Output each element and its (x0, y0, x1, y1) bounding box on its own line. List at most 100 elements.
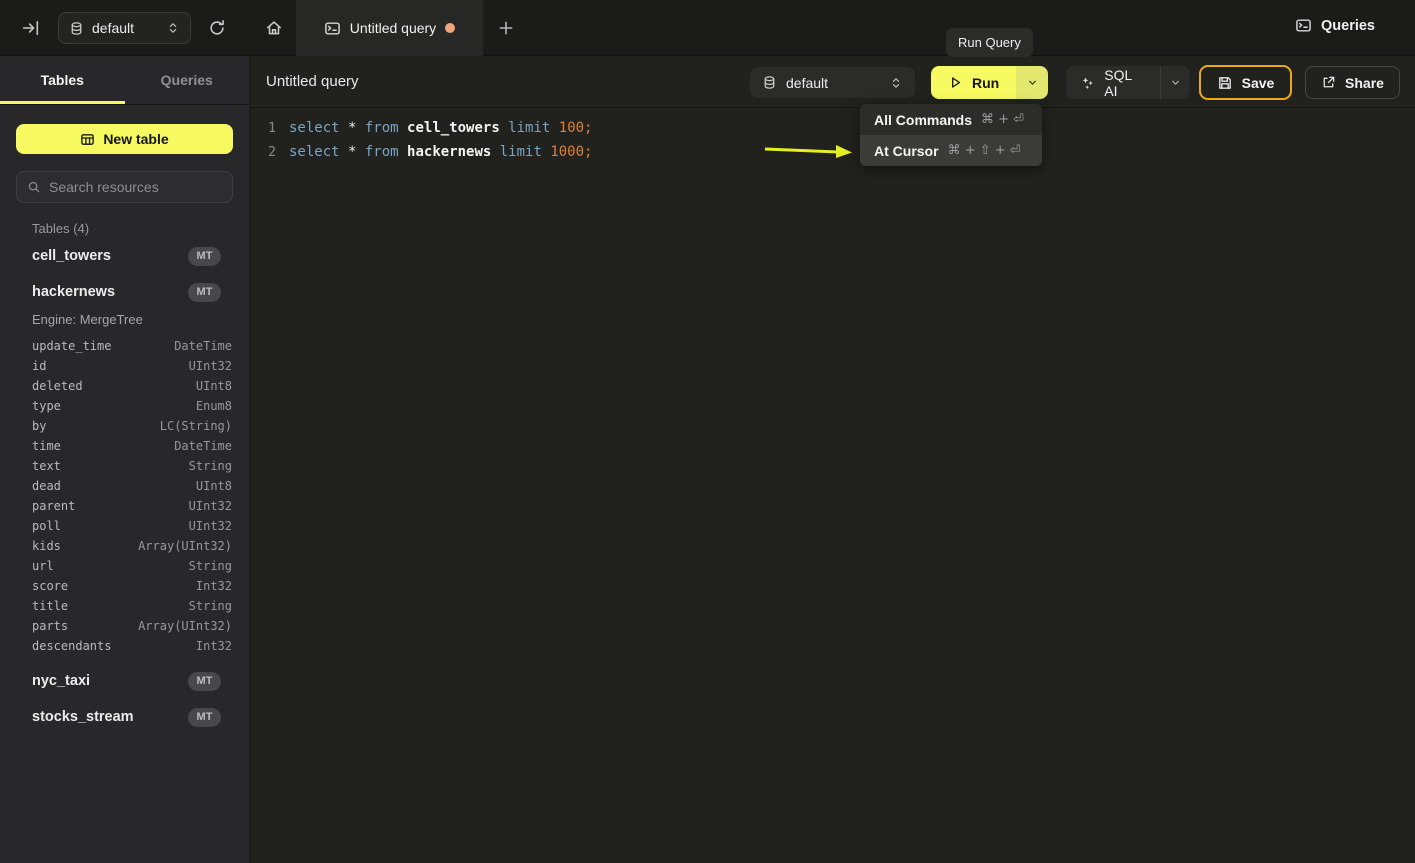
queries-label: Queries (1321, 18, 1375, 34)
active-tab-underline (0, 101, 125, 104)
table-icon (80, 132, 95, 147)
menu-item-all-commands[interactable]: All Commands ⌘ + ⏎ (860, 104, 1042, 135)
column-type: String (189, 459, 232, 473)
top-bar: default Untitled query Queries (0, 0, 1415, 56)
column-row[interactable]: type Enum8 (0, 396, 249, 416)
column-name: score (32, 579, 68, 593)
sql-ai-button[interactable]: SQL AI (1066, 67, 1160, 99)
menu-item-at-cursor[interactable]: At Cursor ⌘ + ⇧ + ⏎ (860, 135, 1042, 166)
column-name: kids (32, 539, 61, 553)
chevron-down-icon (1169, 76, 1182, 89)
query-header: Untitled query default Run (250, 56, 1415, 108)
table-row-stocks-stream[interactable]: stocks_stream MT (0, 701, 249, 733)
column-name: parts (32, 619, 68, 633)
line-number: 2 (250, 145, 276, 160)
run-button-group: Run (931, 66, 1048, 99)
code-line-1: 1 select * from cell_towers limit 100; (250, 116, 1415, 140)
table-row-cell-towers[interactable]: cell_towers MT (0, 240, 249, 272)
column-name: type (32, 399, 61, 413)
hackernews-columns: update_time DateTime id UInt32 deleted U… (0, 336, 249, 656)
run-query-tooltip: Run Query (946, 28, 1033, 57)
column-row[interactable]: url String (0, 556, 249, 576)
table-row-hackernews[interactable]: hackernews MT (0, 276, 249, 308)
query-title: Untitled query (266, 73, 359, 90)
column-row[interactable]: parent UInt32 (0, 496, 249, 516)
chevron-down-icon (1026, 76, 1039, 89)
run-options-menu: All Commands ⌘ + ⏎ At Cursor ⌘ + ⇧ + ⏎ (860, 104, 1042, 166)
column-row[interactable]: title String (0, 596, 249, 616)
home-icon[interactable] (265, 19, 283, 37)
save-button[interactable]: Save (1199, 65, 1292, 100)
column-type: Array(UInt32) (138, 619, 232, 633)
refresh-icon[interactable] (208, 19, 226, 37)
share-button[interactable]: Share (1305, 66, 1400, 99)
column-type: LC(String) (160, 419, 232, 433)
save-icon (1217, 75, 1233, 91)
database-selector-query[interactable]: default (750, 67, 915, 98)
column-name: poll (32, 519, 61, 533)
search-icon (27, 180, 41, 194)
column-row[interactable]: deleted UInt8 (0, 376, 249, 396)
tables-section-header: Tables (4) (32, 221, 249, 236)
column-row[interactable]: parts Array(UInt32) (0, 616, 249, 636)
tab-untitled-query[interactable]: Untitled query (296, 0, 483, 56)
table-name: nyc_taxi (32, 673, 90, 689)
column-row[interactable]: update_time DateTime (0, 336, 249, 356)
sql-ai-caret[interactable] (1160, 66, 1190, 99)
database-selector-top[interactable]: default (58, 12, 191, 44)
new-table-button[interactable]: New table (16, 124, 233, 154)
code-text: select * from cell_towers limit 100; (289, 120, 592, 136)
chevron-updown-icon (166, 21, 180, 35)
column-row[interactable]: descendants Int32 (0, 636, 249, 656)
queries-link[interactable]: Queries (1295, 17, 1375, 34)
column-row[interactable]: id UInt32 (0, 356, 249, 376)
database-selector-query-value: default (786, 75, 828, 91)
column-row[interactable]: poll UInt32 (0, 516, 249, 536)
column-row[interactable]: text String (0, 456, 249, 476)
chevron-updown-icon (889, 76, 903, 90)
sql-ai-label: SQL AI (1104, 67, 1146, 99)
tab-tables[interactable]: Tables (0, 56, 125, 104)
table-name: cell_towers (32, 248, 111, 264)
sparkles-icon (1080, 75, 1095, 91)
engine-badge: MT (188, 247, 221, 266)
column-row[interactable]: by LC(String) (0, 416, 249, 436)
search-input[interactable] (49, 179, 222, 195)
column-name: parent (32, 499, 75, 513)
column-type: Enum8 (196, 399, 232, 413)
column-type: Array(UInt32) (138, 539, 232, 553)
database-icon (69, 21, 84, 36)
column-type: UInt8 (196, 479, 232, 493)
menu-item-shortcut: ⌘ + ⏎ (981, 112, 1024, 127)
annotation-arrow (762, 141, 854, 161)
column-row[interactable]: time DateTime (0, 436, 249, 456)
database-selector-top-value: default (92, 20, 134, 36)
new-tab-button[interactable] (497, 19, 515, 37)
collapse-sidebar-icon[interactable] (22, 19, 40, 37)
save-label: Save (1242, 75, 1275, 91)
table-name: hackernews (32, 284, 115, 300)
column-name: title (32, 599, 68, 613)
menu-item-shortcut: ⌘ + ⇧ + ⏎ (948, 143, 1021, 158)
queries-terminal-icon (1295, 17, 1312, 34)
tab-queries[interactable]: Queries (125, 56, 250, 104)
column-type: UInt32 (189, 519, 232, 533)
table-row-nyc-taxi[interactable]: nyc_taxi MT (0, 665, 249, 697)
column-type: UInt32 (189, 359, 232, 373)
line-number: 1 (250, 121, 276, 136)
column-row[interactable]: score Int32 (0, 576, 249, 596)
column-row[interactable]: kids Array(UInt32) (0, 536, 249, 556)
unsaved-indicator-dot (445, 23, 455, 33)
column-row[interactable]: dead UInt8 (0, 476, 249, 496)
tab-title: Untitled query (350, 20, 436, 36)
engine-badge: MT (188, 708, 221, 727)
database-icon (762, 75, 777, 90)
run-options-caret[interactable] (1016, 66, 1048, 99)
menu-item-label: All Commands (874, 112, 972, 128)
share-label: Share (1345, 75, 1384, 91)
column-type: Int32 (196, 639, 232, 653)
terminal-icon (324, 20, 341, 37)
run-button[interactable]: Run (931, 66, 1016, 99)
new-table-label: New table (103, 131, 168, 147)
sidebar: Tables Queries New table Tables (4) cell… (0, 56, 250, 863)
